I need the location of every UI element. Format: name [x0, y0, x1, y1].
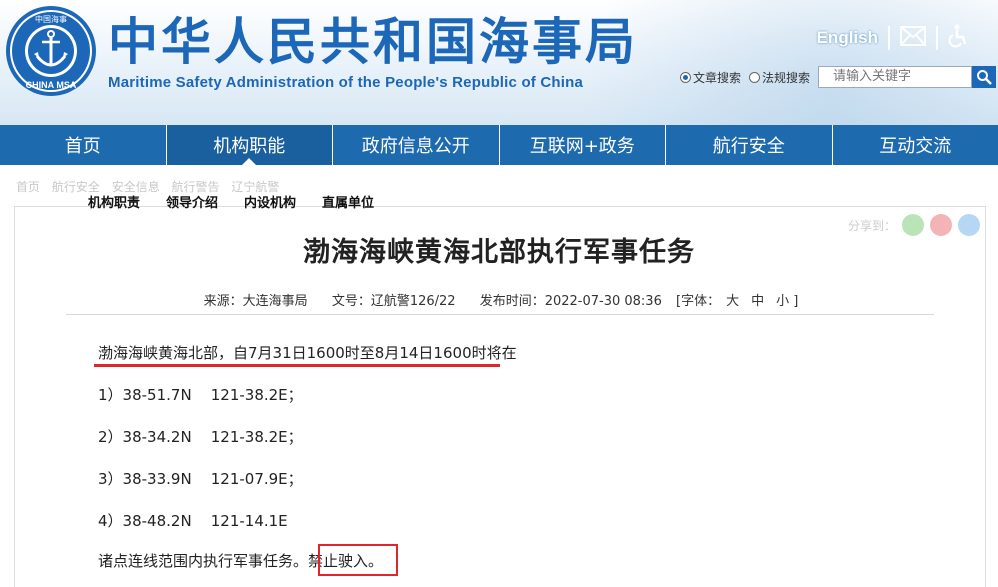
top-link-divider	[888, 26, 890, 50]
radio-article-search[interactable]: 文章搜索	[680, 69, 741, 86]
nav-item-internet-gov[interactable]: 互联网+政务	[500, 125, 667, 165]
radio-label: 文章搜索	[693, 69, 741, 86]
submenu-item-departments[interactable]: 内设机构	[244, 192, 296, 211]
submenu-item-leaders[interactable]: 领导介绍	[166, 192, 218, 211]
article-publish-time: 发布时间：2022-07-30 08:36	[480, 294, 662, 309]
breadcrumb-item[interactable]: 首页	[16, 180, 40, 194]
search-icon	[976, 69, 992, 85]
highlight-underline	[94, 364, 500, 367]
font-size-medium[interactable]: 中	[751, 294, 764, 309]
nav-submenu: 机构职责 领导介绍 内设机构 直属单位	[88, 192, 400, 211]
article-meta: 来源：大连海事局 文号：辽航警126/22 发布时间：2022-07-30 08…	[0, 290, 998, 309]
radio-dot[interactable]	[680, 72, 691, 83]
article-paragraph: 3）38-33.9N 121-07.9E；	[98, 468, 303, 490]
nav-item-gov-info[interactable]: 政府信息公开	[333, 125, 500, 165]
english-link[interactable]: English	[817, 28, 878, 48]
font-size-small[interactable]: 小 ]	[776, 294, 798, 309]
logo-bottom-text: CHINA MSA	[26, 80, 77, 90]
submenu-item-duties[interactable]: 机构职责	[88, 192, 140, 211]
site-header: 中国海事 CHINA MSA 中华人民共和国海事局 Maritime Safet…	[0, 0, 998, 125]
meta-divider	[66, 314, 934, 315]
radio-dot[interactable]	[749, 72, 760, 83]
font-size-large[interactable]: 大	[726, 294, 739, 309]
main-nav: 首页 机构职能 政府信息公开 互联网+政务 航行安全 互动交流	[0, 125, 998, 165]
msa-logo[interactable]: 中国海事 CHINA MSA	[4, 4, 98, 98]
submenu-item-affiliates[interactable]: 直属单位	[322, 192, 374, 211]
site-title-cn: 中华人民共和国海事局	[108, 14, 638, 70]
nav-item-navigation-safety[interactable]: 航行安全	[666, 125, 833, 165]
search-input[interactable]	[818, 66, 972, 88]
site-title-en: Maritime Safety Administration of the Pe…	[108, 73, 583, 93]
nav-item-functions[interactable]: 机构职能	[167, 125, 334, 165]
radio-law-search[interactable]: 法规搜索	[749, 69, 810, 86]
search-area: 文章搜索 法规搜索	[680, 65, 998, 89]
article-source: 来源：大连海事局	[204, 294, 308, 309]
article-paragraph: 4）38-48.2N 121-14.1E	[98, 510, 288, 532]
logo-top-text: 中国海事	[35, 14, 67, 24]
mail-icon[interactable]	[900, 26, 926, 50]
search-button[interactable]	[972, 66, 996, 88]
highlight-box	[318, 544, 398, 576]
article-title: 渤海海峡黄海北部执行军事任务	[0, 230, 998, 269]
accessibility-icon[interactable]	[948, 24, 968, 52]
top-link-divider	[936, 26, 938, 50]
radio-label: 法规搜索	[762, 69, 810, 86]
article-paragraph: 1）38-51.7N 121-38.2E；	[98, 384, 303, 406]
nav-item-interaction[interactable]: 互动交流	[833, 125, 998, 165]
article-paragraph: 2）38-34.2N 121-38.2E；	[98, 426, 303, 448]
article-paragraph: 渤海海峡黄海北部，自7月31日1600时至8月14日1600时将在	[98, 342, 517, 364]
top-links: English	[817, 24, 968, 52]
font-size-label: [字体：	[676, 294, 720, 309]
nav-item-home[interactable]: 首页	[0, 125, 167, 165]
article-doc-number: 文号：辽航警126/22	[332, 294, 456, 309]
